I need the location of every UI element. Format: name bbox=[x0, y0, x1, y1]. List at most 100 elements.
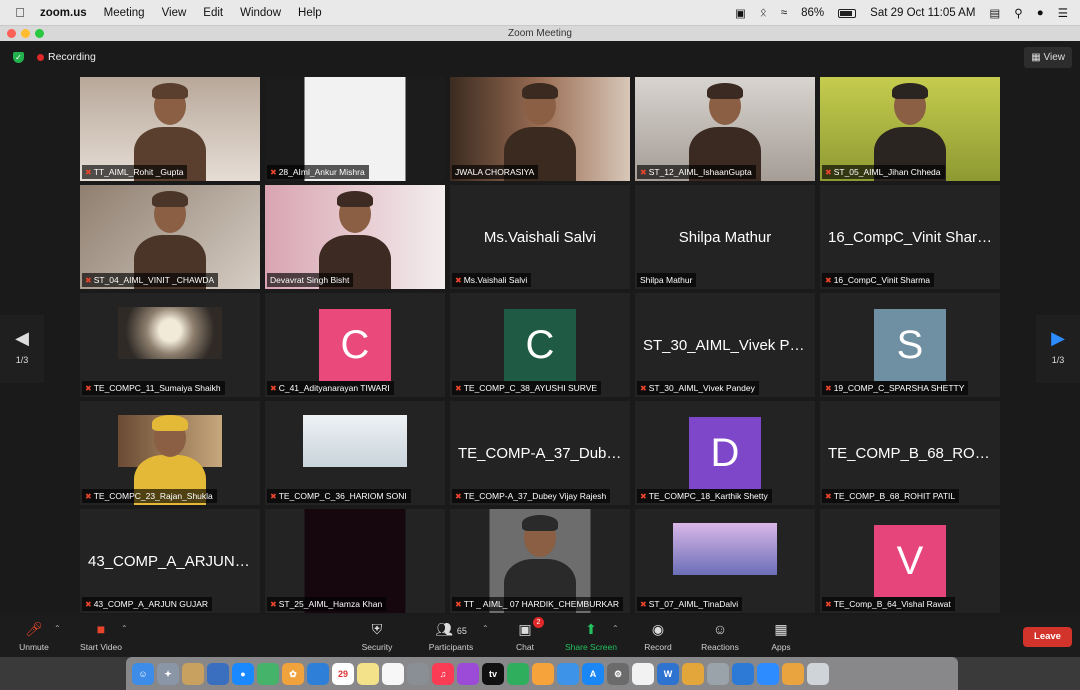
reactions-button[interactable]: ☺ Reactions bbox=[698, 619, 742, 652]
record-button[interactable]: ◉ Record bbox=[640, 619, 676, 652]
close-window-icon[interactable] bbox=[7, 29, 16, 38]
recording-indicator[interactable]: Recording bbox=[37, 51, 96, 63]
participant-tile[interactable]: ✖ ST_25_AIML_Hamza Khan bbox=[265, 509, 445, 613]
participant-tile[interactable]: ✖ TT_AIML_Rohit _Gupta bbox=[80, 77, 260, 181]
participant-tile[interactable]: TE_COMP-A_37_Dube... ✖ TE_COMP-A_37_Dubey … bbox=[450, 401, 630, 505]
share-options-caret-icon[interactable]: ⌃ bbox=[612, 624, 619, 633]
muted-mic-icon: ✖ bbox=[640, 384, 647, 393]
pages-icon[interactable] bbox=[557, 662, 579, 685]
siri-icon[interactable]: ● bbox=[1037, 7, 1044, 19]
audio-options-caret-icon[interactable]: ⌃ bbox=[54, 624, 61, 633]
recording-label: Recording bbox=[48, 51, 96, 63]
menu-window[interactable]: Window bbox=[240, 7, 281, 19]
next-page-button[interactable]: ▶ 1/3 bbox=[1036, 315, 1080, 383]
zoom-window-icon[interactable] bbox=[35, 29, 44, 38]
video-options-caret-icon[interactable]: ⌃ bbox=[121, 624, 128, 633]
participant-tile[interactable]: TE_COMP_B_68_ROHI... ✖ TE_COMP_B_68_ROHIT … bbox=[820, 401, 1000, 505]
apple-icon[interactable]:  bbox=[0, 5, 40, 20]
leave-button[interactable]: Leave bbox=[1023, 627, 1072, 647]
maps-icon[interactable] bbox=[257, 662, 279, 685]
apps-button[interactable]: ▦ Apps bbox=[766, 619, 796, 652]
participant-tile[interactable]: ✖ 28_AIml_Ankur Mishra bbox=[265, 77, 445, 181]
podcasts-icon[interactable] bbox=[457, 662, 479, 685]
clock[interactable]: Sat 29 Oct 11:05 AM bbox=[870, 7, 975, 19]
wifi-icon[interactable]: ≈ bbox=[781, 7, 787, 19]
participant-tile[interactable]: V ✖ TE_Comp_B_64_Vishal Rawat bbox=[820, 509, 1000, 613]
participant-tile[interactable]: C ✖ TE_COMP_C_38_AYUSHI SURVE bbox=[450, 293, 630, 397]
finder-icon[interactable]: ☺ bbox=[132, 662, 154, 685]
participant-tile[interactable]: ✖ TE_COMPC_23_Rajan_Shukla bbox=[80, 401, 260, 505]
minimize-window-icon[interactable] bbox=[21, 29, 30, 38]
participant-tile[interactable]: ✖ ST_05_AIML_Jihan Chheda bbox=[820, 77, 1000, 181]
facetime-icon[interactable] bbox=[307, 662, 329, 685]
participants-count: 65 bbox=[456, 626, 467, 636]
launchpad-icon[interactable]: ✦ bbox=[157, 662, 179, 685]
notes-app-icon[interactable] bbox=[182, 662, 204, 685]
participants-caret-icon[interactable]: ⌃ bbox=[482, 624, 489, 633]
participant-tile[interactable]: Ms.Vaishali Salvi ✖ Ms.Vaishali Salvi bbox=[450, 185, 630, 289]
chat-button[interactable]: ▣ 2 Chat bbox=[510, 617, 544, 652]
participant-tile[interactable]: S ✖ 19_COMP_C_SPARSHA SHETTY bbox=[820, 293, 1000, 397]
participant-tile[interactable]: ST_30_AIML_Vivek Pan... ✖ ST_30_AIML_Vivek… bbox=[635, 293, 815, 397]
zoom-status-icon[interactable]: ▣ bbox=[735, 6, 746, 20]
encryption-shield-icon[interactable]: ✓ bbox=[13, 52, 24, 63]
start-video-button[interactable]: ■ Start Video bbox=[74, 619, 128, 652]
participant-display-name: TE_COMP-A_37_Dube... bbox=[458, 445, 628, 462]
bluetooth-icon[interactable]: ᛟ bbox=[760, 7, 767, 19]
participant-avatar: V bbox=[874, 525, 946, 597]
participant-tile[interactable]: JWALA CHORASIYA bbox=[450, 77, 630, 181]
previous-page-button[interactable]: ◀ 1/3 bbox=[0, 315, 44, 383]
participant-tile[interactable]: ✖ ST_12_AIML_IshaanGupta bbox=[635, 77, 815, 181]
menu-edit[interactable]: Edit bbox=[203, 7, 223, 19]
participant-tile[interactable]: 16_CompC_Vinit Sharma ✖ 16_CompC_Vinit Sha… bbox=[820, 185, 1000, 289]
word-icon[interactable]: W bbox=[657, 662, 679, 685]
downloads-icon[interactable] bbox=[782, 662, 804, 685]
photos-icon[interactable]: ✿ bbox=[282, 662, 304, 685]
participant-tile[interactable]: ✖ TT _ AIML_ 07 HARDIK_CHEMBURKAR bbox=[450, 509, 630, 613]
display-icon[interactable]: ▤ bbox=[989, 6, 1000, 20]
preview-icon[interactable] bbox=[207, 662, 229, 685]
app-store-icon[interactable]: A bbox=[582, 662, 604, 685]
installer-icon[interactable] bbox=[682, 662, 704, 685]
zoom-dock-icon[interactable] bbox=[757, 662, 779, 685]
trash-icon[interactable] bbox=[807, 662, 829, 685]
view-button[interactable]: ▦ View bbox=[1024, 47, 1072, 68]
participant-tile[interactable]: 43_COMP_A_ARJUN G... ✖ 43_COMP_A_ARJUN GUJ… bbox=[80, 509, 260, 613]
participant-tile[interactable]: Devavrat Singh Bisht bbox=[265, 185, 445, 289]
participant-tile[interactable]: ✖ ST_07_AIML_TinaDalvi bbox=[635, 509, 815, 613]
participant-tile[interactable]: ✖ TE_COMP_C_36_HARIOM SONI bbox=[265, 401, 445, 505]
menu-view[interactable]: View bbox=[162, 7, 187, 19]
participant-face bbox=[152, 415, 188, 457]
battery-percent[interactable]: 86% bbox=[801, 7, 824, 19]
messages-icon[interactable]: ● bbox=[232, 662, 254, 685]
security-button[interactable]: ⛨ Security bbox=[356, 619, 398, 652]
participant-name: ST_30_AIML_Vivek Pandey bbox=[648, 383, 755, 393]
system-preferences-icon[interactable]: ⚙ bbox=[607, 662, 629, 685]
freeform-icon[interactable] bbox=[407, 662, 429, 685]
tower-icon[interactable] bbox=[707, 662, 729, 685]
participant-tile[interactable]: C ✖ C_41_Adityanarayan TIWARI bbox=[265, 293, 445, 397]
participant-tile[interactable]: Shilpa Mathur Shilpa Mathur bbox=[635, 185, 815, 289]
menu-meeting[interactable]: Meeting bbox=[104, 7, 145, 19]
reminders-icon[interactable] bbox=[382, 662, 404, 685]
music-icon[interactable]: ♫ bbox=[432, 662, 454, 685]
apple-tv-icon[interactable]: tv bbox=[482, 662, 504, 685]
battery-icon[interactable] bbox=[838, 8, 857, 18]
participant-tile[interactable]: ✖ ST_04_AIML_VINIT _CHAWDA bbox=[80, 185, 260, 289]
unmute-button[interactable]: 🎤︎ Unmute bbox=[14, 619, 54, 652]
participant-tile[interactable]: D ✖ TE_COMPC_18_Karthik Shetty bbox=[635, 401, 815, 505]
participants-button[interactable]: 👥︎ 65 Participants bbox=[424, 619, 478, 652]
control-center-icon[interactable]: ☰ bbox=[1058, 6, 1068, 20]
keynote-icon[interactable] bbox=[532, 662, 554, 685]
menu-app-name[interactable]: zoom.us bbox=[40, 7, 87, 19]
chrome-icon[interactable] bbox=[632, 662, 654, 685]
participant-avatar: C bbox=[319, 309, 391, 381]
stickies-icon[interactable] bbox=[357, 662, 379, 685]
menu-help[interactable]: Help bbox=[298, 7, 322, 19]
participant-name: TE_COMPC_18_Karthik Shetty bbox=[648, 491, 768, 501]
participant-tile[interactable]: ✖ TE_COMPC_11_Sumaiya Shaikh bbox=[80, 293, 260, 397]
calendar-icon[interactable]: 29 bbox=[332, 662, 354, 685]
vscode-icon[interactable] bbox=[732, 662, 754, 685]
numbers-icon[interactable] bbox=[507, 662, 529, 685]
spotlight-search-icon[interactable]: ⚲ bbox=[1014, 6, 1022, 20]
